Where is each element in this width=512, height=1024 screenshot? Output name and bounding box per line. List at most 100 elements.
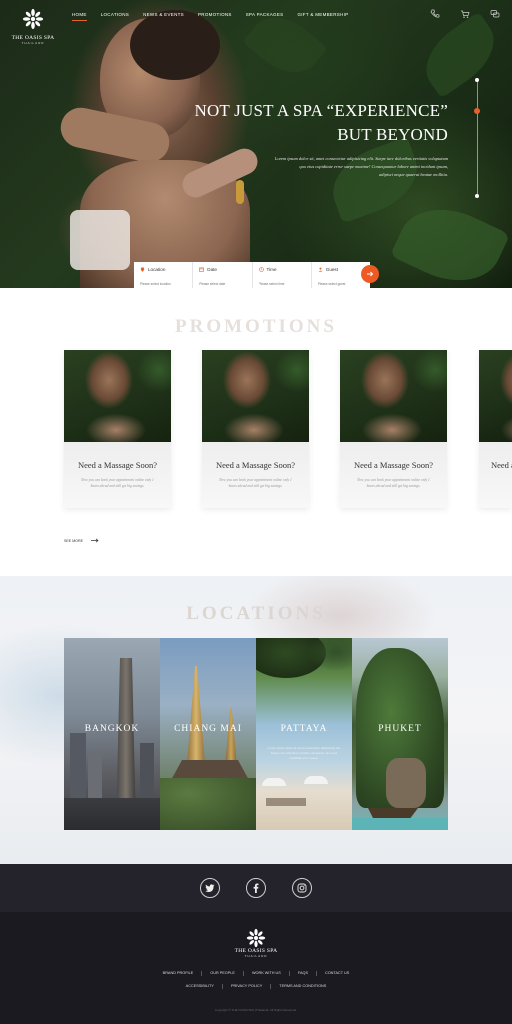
footer-link-faqs[interactable]: FAQS xyxy=(290,971,317,976)
promotion-image xyxy=(202,350,309,442)
beach-umbrella xyxy=(262,778,286,786)
nav-menu: HOME LOCATIONS NEWS & EVENTS PROMOTIONS … xyxy=(72,12,362,21)
locations-title: LOCATIONS xyxy=(186,603,326,624)
time-field[interactable]: Time xyxy=(253,262,312,288)
beach-people xyxy=(266,798,306,806)
location-card-phuket[interactable]: PHUKET xyxy=(352,638,448,830)
hero-headline: NOT JUST A SPA “EXPERIENCE” BUT BEYOND xyxy=(194,99,448,147)
footer-link-accessibility[interactable]: ACCESSIBILITY xyxy=(178,984,223,989)
footer-link-contact-us[interactable]: CONTACT US xyxy=(317,971,357,976)
promotion-title: Need a Massage Soon? xyxy=(491,460,512,470)
location-card-pattaya[interactable]: PATTAYA Lorem ipsum dolor sit amet conse… xyxy=(256,638,352,830)
twitter-link[interactable] xyxy=(200,878,220,898)
sea-water xyxy=(352,818,448,830)
search-submit-button[interactable] xyxy=(361,265,379,283)
footer-link-privacy-policy[interactable]: PRIVACY POLICY xyxy=(223,984,272,989)
promotion-image xyxy=(64,350,171,442)
clock-icon xyxy=(258,267,264,272)
promotions-title: PROMOTIONS xyxy=(175,316,337,337)
hero-section: THE OASIS SPA THAILAND HOME LOCATIONS NE… xyxy=(0,0,512,288)
location-name: PATTAYA xyxy=(280,724,328,734)
nav-item-locations[interactable]: LOCATIONS xyxy=(101,12,129,21)
location-description: Lorem ipsum dolor sit amet consectetur a… xyxy=(267,746,341,760)
lotus-logo-icon xyxy=(22,8,44,30)
location-name: CHIANG MAI xyxy=(174,724,242,734)
instagram-link[interactable] xyxy=(292,878,312,898)
nav-item-gift-membership[interactable]: GIFT & MEMBERSHIP xyxy=(297,12,348,21)
facebook-link[interactable] xyxy=(246,878,266,898)
date-label: Date xyxy=(207,267,217,272)
promotion-card[interactable]: Need a Massage Soon? Now you can book yo… xyxy=(340,350,447,508)
leaf-decoration xyxy=(389,192,511,288)
slider-pagination xyxy=(474,78,480,198)
twitter-icon xyxy=(205,883,215,892)
calendar-icon xyxy=(199,267,205,272)
see-more-label: SEE MORE xyxy=(64,538,83,543)
location-name: BANGKOK xyxy=(84,724,140,734)
brand-logo[interactable]: THE OASIS SPA THAILAND xyxy=(10,8,56,45)
cart-icon[interactable] xyxy=(460,9,470,19)
nav-item-spa-packages[interactable]: SPA PACKAGES xyxy=(246,12,284,21)
hero-description-line-2: quo eius cupiditate error saepe maxime! … xyxy=(299,164,448,169)
guest-input[interactable] xyxy=(317,282,364,286)
trees xyxy=(160,778,256,830)
copyright-text: Copyright © THE OASIS SPA (Thailand). Al… xyxy=(214,1008,298,1012)
location-field[interactable]: Location xyxy=(134,262,194,288)
footer-link-our-people[interactable]: OUR PEOPLE xyxy=(202,971,244,976)
location-pin-icon xyxy=(140,267,145,272)
pagoda-spire xyxy=(186,666,206,776)
cliff-rock xyxy=(386,758,426,808)
nav-item-promotions[interactable]: PROMOTIONS xyxy=(198,12,232,21)
leaf-decoration xyxy=(322,136,428,224)
footer-link-terms[interactable]: TERMS AND CONDITIONS xyxy=(271,984,334,989)
hero-model-figure xyxy=(57,10,262,288)
facebook-icon xyxy=(253,883,259,893)
location-card-bangkok[interactable]: BANGKOK xyxy=(64,638,160,830)
hero-description-line-1: Lorem ipsum dolor sit, amet consectetur … xyxy=(274,156,448,161)
footer-link-work-with-us[interactable]: WORK WITH US xyxy=(244,971,290,976)
footer-logo[interactable]: THE OASIS SPA THAILAND xyxy=(231,928,281,958)
promotion-description: Now you can book your appointment online… xyxy=(219,478,292,488)
promotion-description: Now you can book your appointment online… xyxy=(357,478,430,488)
promotion-image xyxy=(479,350,512,442)
booking-search-bar: Location Date Time Guest xyxy=(134,262,370,288)
city-ground xyxy=(64,798,160,830)
date-input[interactable] xyxy=(199,282,246,286)
location-card-chiang-mai[interactable]: CHIANG MAI xyxy=(160,638,256,830)
chat-icon[interactable] xyxy=(490,9,500,19)
hero-headline-line-1: NOT JUST A SPA “EXPERIENCE” xyxy=(194,101,448,120)
phone-icon[interactable] xyxy=(430,9,440,19)
hero-headline-line-2: BUT BEYOND xyxy=(337,125,448,144)
arrow-right-icon xyxy=(367,271,374,277)
footer-links-primary: BRAND PROFILE OUR PEOPLE WORK WITH US FA… xyxy=(0,971,512,976)
time-label: Time xyxy=(266,267,277,272)
see-more-link[interactable]: SEE MORE xyxy=(64,538,99,543)
promotion-description: Now you can book your appointment online… xyxy=(81,478,154,488)
promotion-card[interactable]: Need a Massage Soon? Now you can book yo… xyxy=(202,350,309,508)
beach-umbrella xyxy=(304,776,328,784)
nav-item-home[interactable]: HOME xyxy=(72,12,87,21)
promotion-card[interactable]: Need a Massage Soon? Now you can book yo… xyxy=(64,350,171,508)
footer-links-secondary: ACCESSIBILITY PRIVACY POLICY TERMS AND C… xyxy=(0,984,512,989)
arrow-right-icon xyxy=(90,538,99,543)
user-icon xyxy=(318,267,323,272)
pagination-dot[interactable] xyxy=(475,78,479,82)
location-label: Location xyxy=(148,267,166,272)
nav-item-news-events[interactable]: NEWS & EVENTS xyxy=(143,12,184,21)
date-field[interactable]: Date xyxy=(193,262,253,288)
hero-description: Lorem ipsum dolor sit, amet consectetur … xyxy=(228,155,448,179)
location-input[interactable] xyxy=(140,282,187,286)
pagination-line xyxy=(476,78,478,108)
lotus-logo-icon xyxy=(246,928,266,948)
time-input[interactable] xyxy=(258,282,305,286)
pagination-dot[interactable] xyxy=(475,194,479,198)
footer-link-brand-profile[interactable]: BRAND PROFILE xyxy=(155,971,203,976)
brand-sub: THAILAND xyxy=(21,41,45,45)
pagination-line xyxy=(476,114,478,194)
longtail-boat xyxy=(368,808,418,818)
promotion-image xyxy=(340,350,447,442)
nav-icons xyxy=(430,9,500,19)
hero-description-line-3: adipisci neque quaerat beatae mollitia. xyxy=(379,172,448,177)
promotion-card-partial[interactable]: Need a Massage Soon? xyxy=(479,350,512,508)
instagram-icon xyxy=(297,883,307,893)
